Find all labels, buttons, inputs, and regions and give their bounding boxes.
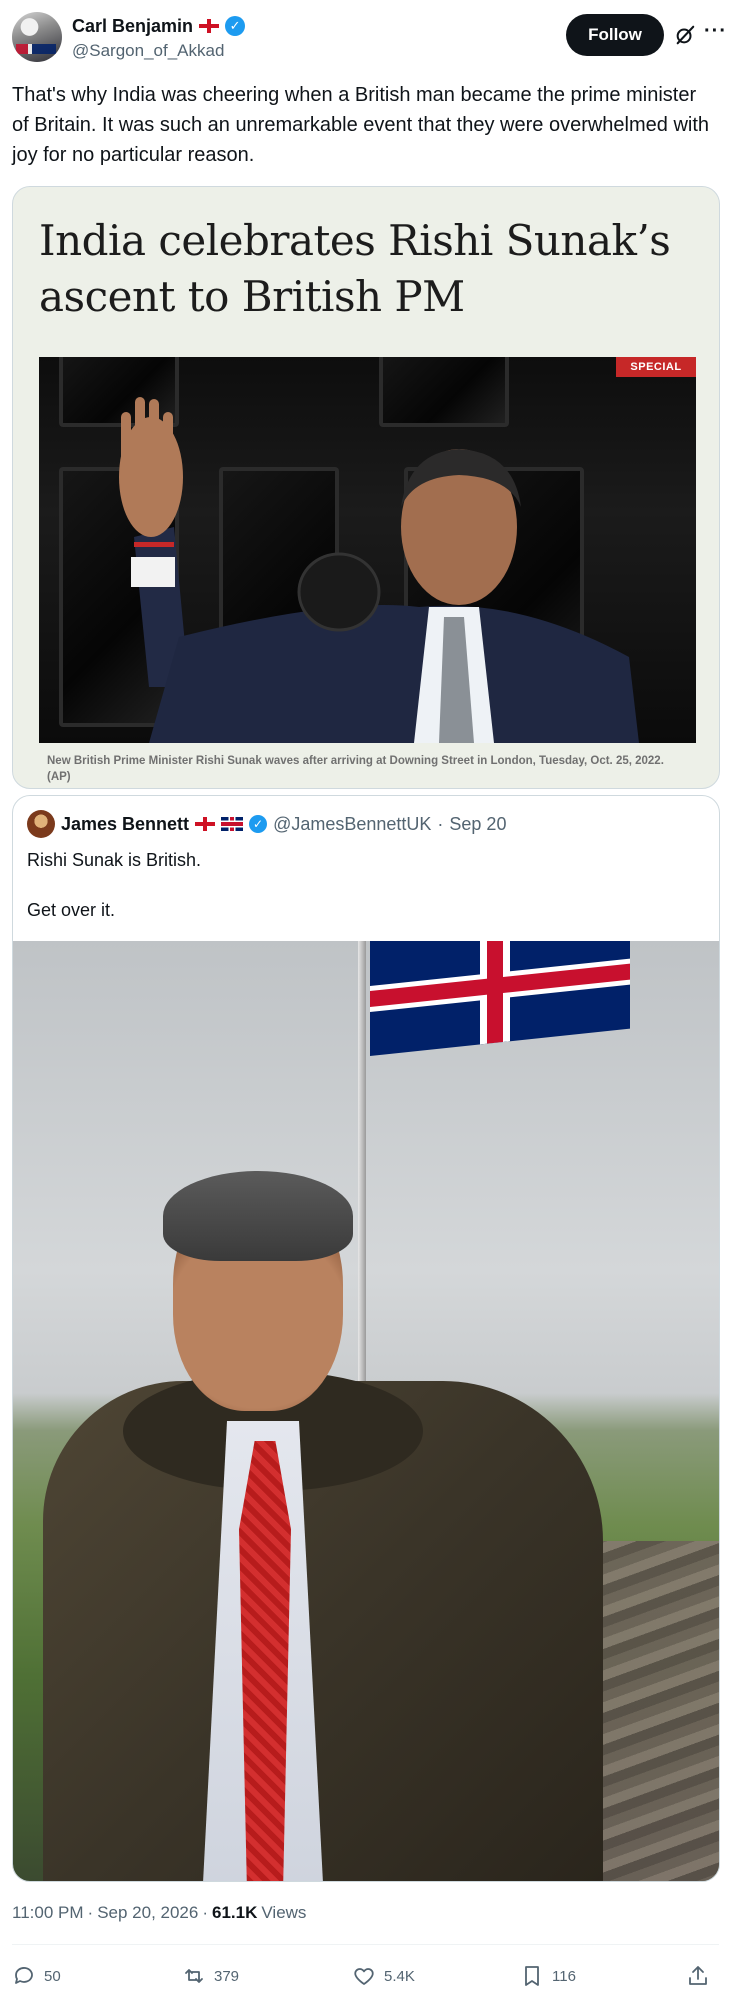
england-flag-icon bbox=[199, 19, 220, 33]
downing-street-photo: SPECIAL bbox=[39, 357, 696, 743]
more-options-icon[interactable]: ··· bbox=[704, 21, 726, 44]
author-info: Carl Benjamin ✓ @Sargon_of_Akkad bbox=[72, 14, 246, 61]
repost-icon bbox=[185, 1969, 203, 1983]
author-display-name[interactable]: Carl Benjamin bbox=[72, 16, 193, 37]
author-name-row: Carl Benjamin ✓ bbox=[72, 14, 246, 38]
quoted-tweet-text: Rishi Sunak is British. Get over it. bbox=[27, 848, 707, 948]
reply-button[interactable]: 50 bbox=[12, 1954, 61, 1998]
man-in-jacket bbox=[43, 1171, 603, 1881]
like-count: 5.4K bbox=[384, 1967, 415, 1985]
tweet-header: Carl Benjamin ✓ @Sargon_of_Akkad Follow … bbox=[12, 12, 726, 64]
meta-separator: · bbox=[87, 1903, 94, 1922]
quoted-author-name[interactable]: James Bennett bbox=[61, 814, 189, 835]
union-jack-flag bbox=[370, 941, 630, 1056]
tweet-image[interactable]: India celebrates Rishi Sunak’s ascent to… bbox=[12, 186, 720, 789]
hair bbox=[163, 1171, 353, 1261]
england-flag-icon bbox=[195, 817, 216, 831]
quoted-text-line-2: Get over it. bbox=[27, 900, 116, 920]
verified-badge-icon: ✓ bbox=[249, 815, 268, 833]
red-tie bbox=[239, 1441, 291, 1881]
tweet-meta: 11:00 PM · Sep 20, 2026 · 61.1K Views bbox=[12, 1903, 306, 1923]
tweet-time[interactable]: 11:00 PM bbox=[12, 1903, 84, 1923]
heart-icon bbox=[354, 1968, 374, 1985]
quoted-author-avatar[interactable] bbox=[27, 810, 55, 838]
repost-count: 379 bbox=[214, 1967, 240, 1985]
reply-count: 50 bbox=[44, 1967, 61, 1985]
tweet-date[interactable]: Sep 20, 2026 bbox=[97, 1903, 198, 1923]
special-badge: SPECIAL bbox=[616, 357, 696, 377]
bookmark-icon bbox=[525, 1966, 539, 1986]
quoted-text-line-1: Rishi Sunak is British. bbox=[27, 850, 202, 870]
avatar-flag-decoration bbox=[16, 44, 56, 54]
bookmark-button[interactable]: 116 bbox=[520, 1954, 576, 1998]
quoted-separator: · bbox=[437, 813, 444, 834]
author-handle[interactable]: @Sargon_of_Akkad bbox=[72, 41, 245, 61]
like-button[interactable]: 5.4K bbox=[352, 1954, 415, 1998]
divider bbox=[12, 1944, 719, 1945]
share-icon bbox=[689, 1966, 707, 1985]
quoted-author-handle[interactable]: @JamesBennettUK bbox=[273, 814, 431, 835]
meta-separator: · bbox=[202, 1903, 209, 1922]
photo-caption: New British Prime Minister Rishi Sunak w… bbox=[47, 755, 664, 783]
bookmark-count: 116 bbox=[552, 1967, 576, 1985]
tweet-text: That's why India was cheering when a Bri… bbox=[12, 84, 710, 166]
pm-figure-illustration bbox=[119, 397, 639, 743]
news-headline: India celebrates Rishi Sunak’s ascent to… bbox=[39, 216, 671, 321]
quoted-tweet[interactable]: James Bennett ✓ @JamesBennettUK · Sep 20… bbox=[12, 795, 720, 1882]
uk-flag-icon bbox=[221, 817, 244, 831]
reply-icon bbox=[15, 1967, 33, 1984]
quoted-tweet-header: James Bennett ✓ @JamesBennettUK · Sep 20 bbox=[27, 810, 506, 838]
quoted-tweet-photo[interactable] bbox=[13, 941, 719, 1881]
author-avatar[interactable] bbox=[12, 12, 62, 62]
verified-badge-icon[interactable]: ✓ bbox=[225, 16, 246, 36]
action-bar: 50 379 5.4K 116 bbox=[12, 1954, 719, 1998]
quoted-date[interactable]: Sep 20 bbox=[449, 814, 506, 835]
follow-button[interactable]: Follow bbox=[566, 14, 664, 56]
views-count: 61.1K bbox=[212, 1903, 258, 1922]
share-button[interactable] bbox=[686, 1954, 710, 1998]
views-label: Views bbox=[261, 1903, 307, 1922]
repost-button[interactable]: 379 bbox=[182, 1954, 239, 1998]
grok-icon[interactable] bbox=[674, 24, 696, 46]
